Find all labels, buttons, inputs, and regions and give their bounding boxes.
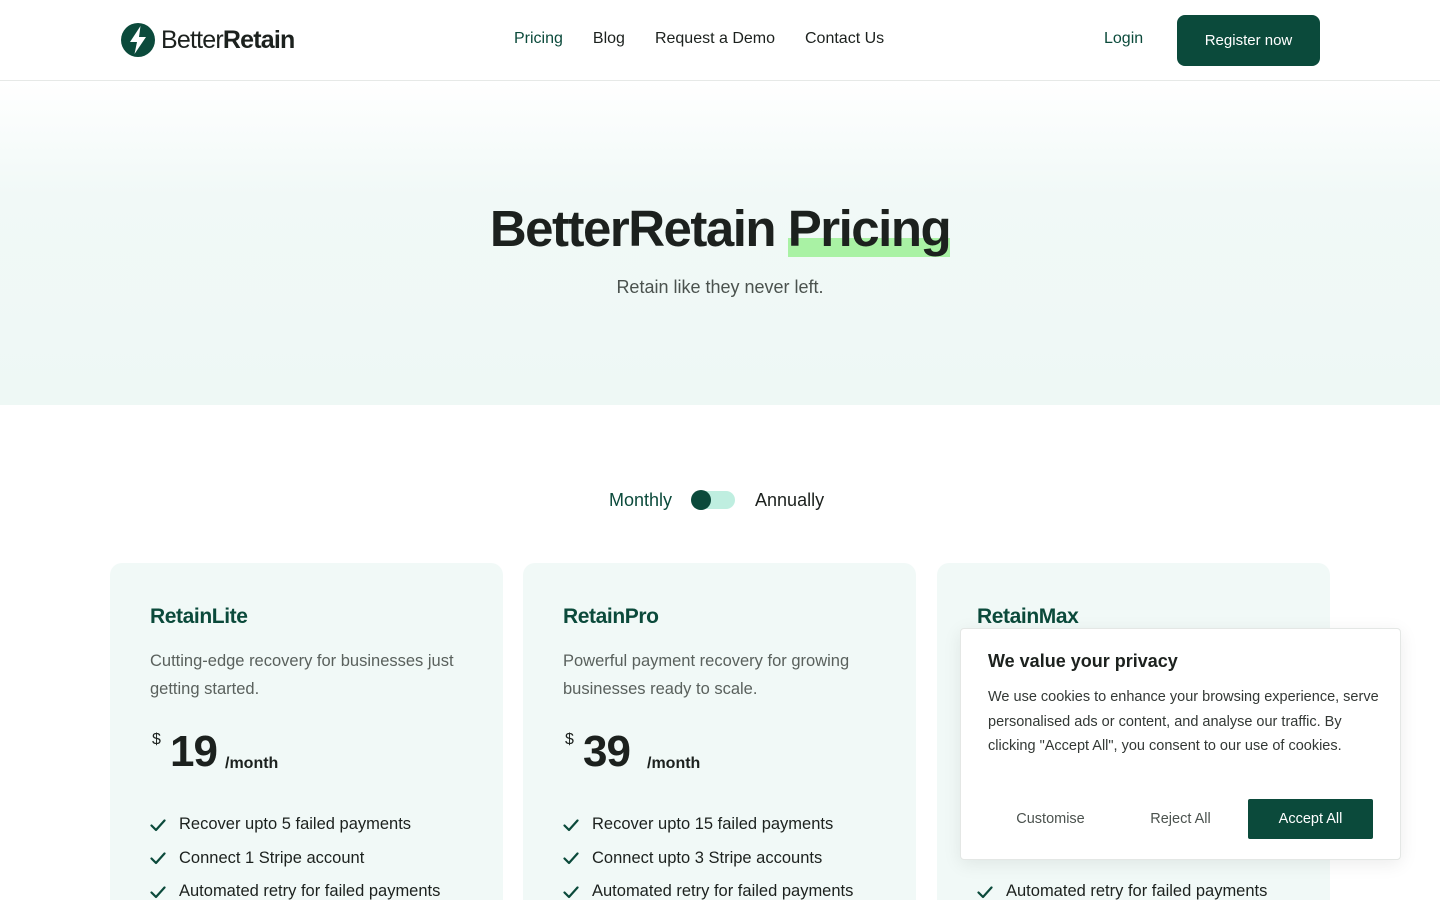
feature-text: Automated retry for failed payments: [592, 882, 854, 900]
nav-link-blog[interactable]: Blog: [593, 30, 625, 48]
feature-item: Connect upto 3 Stripe accounts: [563, 842, 853, 876]
nav-link-contact[interactable]: Contact Us: [805, 30, 884, 48]
plan-name: RetainPro: [563, 605, 659, 628]
register-button[interactable]: Register now: [1177, 15, 1320, 66]
cookie-reject-button[interactable]: Reject All: [1118, 799, 1243, 839]
hero-section: BetterRetain Pricing Retain like they ne…: [0, 81, 1440, 405]
billing-switch-knob: [691, 490, 712, 510]
price-amount: 39: [583, 727, 631, 776]
cookie-body: We use cookies to enhance your browsing …: [988, 689, 1379, 754]
feature-text: Recover upto 5 failed payments: [179, 815, 412, 834]
price-period: /month: [647, 755, 701, 772]
site-header: BetterRetain Pricing Blog Request a Demo…: [0, 0, 1440, 81]
page-title: BetterRetain Pricing: [0, 199, 1440, 258]
billing-annually-label[interactable]: Annually: [755, 490, 824, 511]
check-icon: [150, 819, 166, 831]
price-currency: $: [152, 731, 161, 748]
feature-item: Automated retry for failed payments: [563, 875, 853, 900]
feature-item: Recover upto 15 failed payments: [563, 808, 853, 842]
billing-toggle: Monthly Annually: [609, 488, 824, 512]
lightning-bolt-icon: [121, 23, 155, 57]
feature-item: Connect 1 Stripe account: [150, 842, 440, 876]
nav-link-pricing[interactable]: Pricing: [514, 30, 563, 48]
brand-name-bold: Retain: [222, 25, 295, 54]
cookie-customise-button[interactable]: Customise: [988, 799, 1113, 839]
feature-text: Automated retry for failed payments: [1006, 882, 1268, 900]
feature-item: Recover upto 5 failed payments: [150, 808, 440, 842]
plan-description: Cutting-edge recovery for businesses jus…: [150, 652, 454, 698]
feature-text: Connect upto 3 Stripe accounts: [592, 848, 823, 867]
billing-switch[interactable]: [691, 490, 736, 510]
feature-list: Recover upto 5 failed payments Connect 1…: [150, 808, 440, 900]
feature-text: Recover upto 15 failed payments: [592, 815, 834, 834]
billing-monthly-label[interactable]: Monthly: [609, 490, 672, 511]
plan-description: Powerful payment recovery for growing bu…: [563, 652, 850, 698]
check-icon: [977, 886, 993, 898]
check-icon: [563, 886, 579, 898]
brand-name: BetterRetain: [161, 26, 295, 55]
brand-name-regular: Better: [161, 25, 224, 54]
check-icon: [563, 852, 579, 865]
cookie-accept-button[interactable]: Accept All: [1248, 799, 1373, 839]
cookie-title: We value your privacy: [988, 651, 1178, 671]
price-currency: $: [565, 731, 574, 748]
plan-card-retainlite: RetainLite Cutting-edge recovery for bus…: [110, 563, 503, 900]
login-link[interactable]: Login: [1104, 30, 1143, 48]
main-nav: Pricing Blog Request a Demo Contact Us: [514, 30, 884, 48]
plan-card-retainpro: RetainPro Powerful payment recovery for …: [523, 563, 916, 900]
cookie-consent-banner: We value your privacy We use cookies to …: [960, 628, 1401, 860]
nav-link-request-demo[interactable]: Request a Demo: [655, 30, 775, 48]
page-title-highlight: Pricing: [787, 200, 952, 257]
feature-text: Automated retry for failed payments: [179, 882, 441, 900]
feature-list: Automated retry for failed payments: [977, 875, 1267, 900]
page-title-main: BetterRetain: [489, 200, 777, 257]
check-icon: [150, 886, 166, 898]
check-icon: [150, 852, 166, 865]
feature-item: Automated retry for failed payments: [150, 875, 440, 900]
check-icon: [563, 819, 579, 831]
page-subtitle: Retain like they never left.: [616, 277, 824, 297]
price-amount: 19: [170, 727, 218, 776]
feature-list: Recover upto 15 failed payments Connect …: [563, 808, 853, 900]
brand-logo[interactable]: BetterRetain: [120, 22, 295, 58]
price-period: /month: [225, 755, 279, 772]
plan-name: RetainLite: [150, 605, 248, 628]
plan-name: RetainMax: [977, 605, 1079, 628]
feature-text: Connect 1 Stripe account: [179, 848, 365, 867]
feature-item: Automated retry for failed payments: [977, 875, 1267, 900]
